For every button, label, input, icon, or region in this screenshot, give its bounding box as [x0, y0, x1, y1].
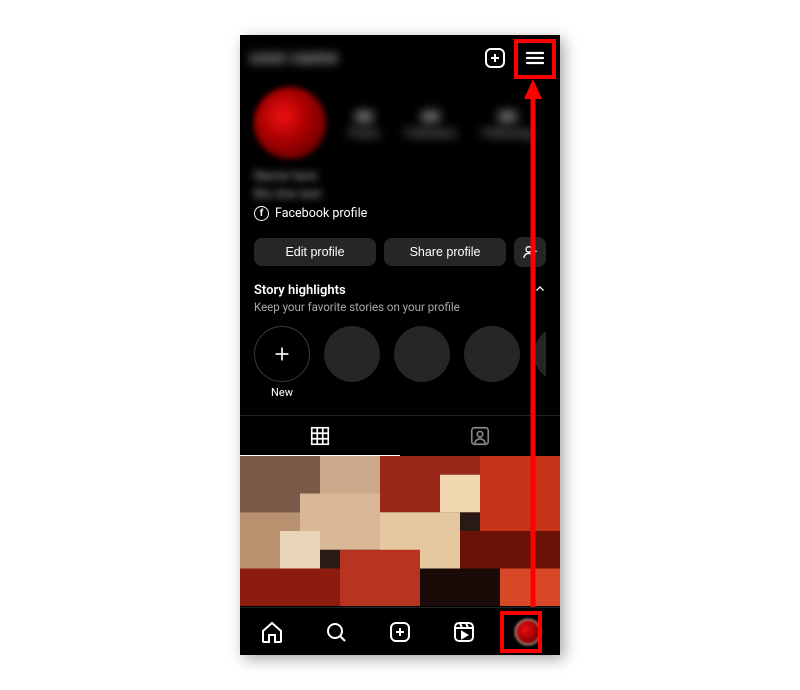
avatar-icon	[515, 619, 541, 645]
nav-home[interactable]	[258, 618, 286, 646]
stat-label: Posts	[349, 126, 380, 140]
stat-label: Following	[482, 126, 533, 140]
story-highlights-section: Story highlights Keep your favorite stor…	[240, 277, 560, 411]
highlights-subtitle: Keep your favorite stories on your profi…	[254, 300, 460, 314]
discover-people-button[interactable]	[514, 237, 546, 267]
menu-button[interactable]	[522, 45, 548, 71]
stat-followers[interactable]: 00 Followers	[405, 107, 457, 140]
reels-icon	[452, 620, 476, 644]
profile-header: 00 Posts 00 Followers 00 Following	[240, 81, 560, 163]
stat-following[interactable]: 00 Following	[482, 107, 533, 140]
edit-profile-button[interactable]: Edit profile	[254, 238, 376, 266]
username[interactable]: user.name	[250, 48, 339, 68]
bottom-nav	[240, 607, 560, 655]
profile-bio: Name here Bio line text f Facebook profi…	[240, 163, 560, 227]
profile-avatar[interactable]	[254, 87, 326, 159]
nav-search[interactable]	[322, 618, 350, 646]
tagged-icon	[469, 425, 491, 447]
highlights-tray[interactable]: New	[254, 314, 546, 405]
person-plus-icon	[522, 244, 538, 260]
plus-icon	[271, 343, 293, 365]
home-icon	[260, 620, 284, 644]
post-thumbnail[interactable]	[240, 456, 560, 606]
stat-posts[interactable]: 00 Posts	[349, 107, 380, 140]
nav-reels[interactable]	[450, 618, 478, 646]
nav-create[interactable]	[386, 618, 414, 646]
highlight-placeholder	[534, 326, 546, 399]
posts-grid[interactable]	[240, 456, 560, 606]
highlight-placeholder	[464, 326, 520, 399]
bio-text: Bio line text	[254, 187, 546, 202]
topbar-actions	[482, 45, 550, 71]
profile-stats: 00 Posts 00 Followers 00 Following	[336, 107, 546, 140]
highlight-placeholder	[394, 326, 450, 399]
facebook-icon: f	[254, 206, 269, 221]
collapse-highlights-button[interactable]	[534, 283, 546, 295]
profile-topbar: user.name	[240, 35, 560, 81]
facebook-label: Facebook profile	[275, 206, 367, 221]
highlights-title: Story highlights	[254, 283, 460, 298]
bio-name: Name here	[254, 169, 546, 184]
stat-value: 00	[405, 107, 457, 126]
profile-action-row: Edit profile Share profile	[240, 227, 560, 277]
create-button[interactable]	[482, 45, 508, 71]
search-icon	[324, 620, 348, 644]
stat-label: Followers	[405, 126, 457, 140]
nav-profile[interactable]	[514, 618, 542, 646]
stat-value: 00	[482, 107, 533, 126]
profile-tabs	[240, 415, 560, 456]
stat-value: 00	[349, 107, 380, 126]
facebook-profile-link[interactable]: f Facebook profile	[254, 206, 546, 221]
chevron-up-icon	[534, 283, 546, 295]
new-highlight-label: New	[271, 386, 293, 399]
tab-grid[interactable]	[240, 416, 400, 456]
phone-frame: user.name 00 Post	[240, 35, 560, 655]
share-profile-button[interactable]: Share profile	[384, 238, 506, 266]
hamburger-icon	[523, 46, 547, 70]
new-highlight-button[interactable]: New	[254, 326, 310, 399]
tab-tagged[interactable]	[400, 416, 560, 456]
plus-square-icon	[483, 46, 507, 70]
highlight-placeholder	[324, 326, 380, 399]
plus-square-icon	[388, 620, 412, 644]
grid-icon	[309, 425, 331, 447]
